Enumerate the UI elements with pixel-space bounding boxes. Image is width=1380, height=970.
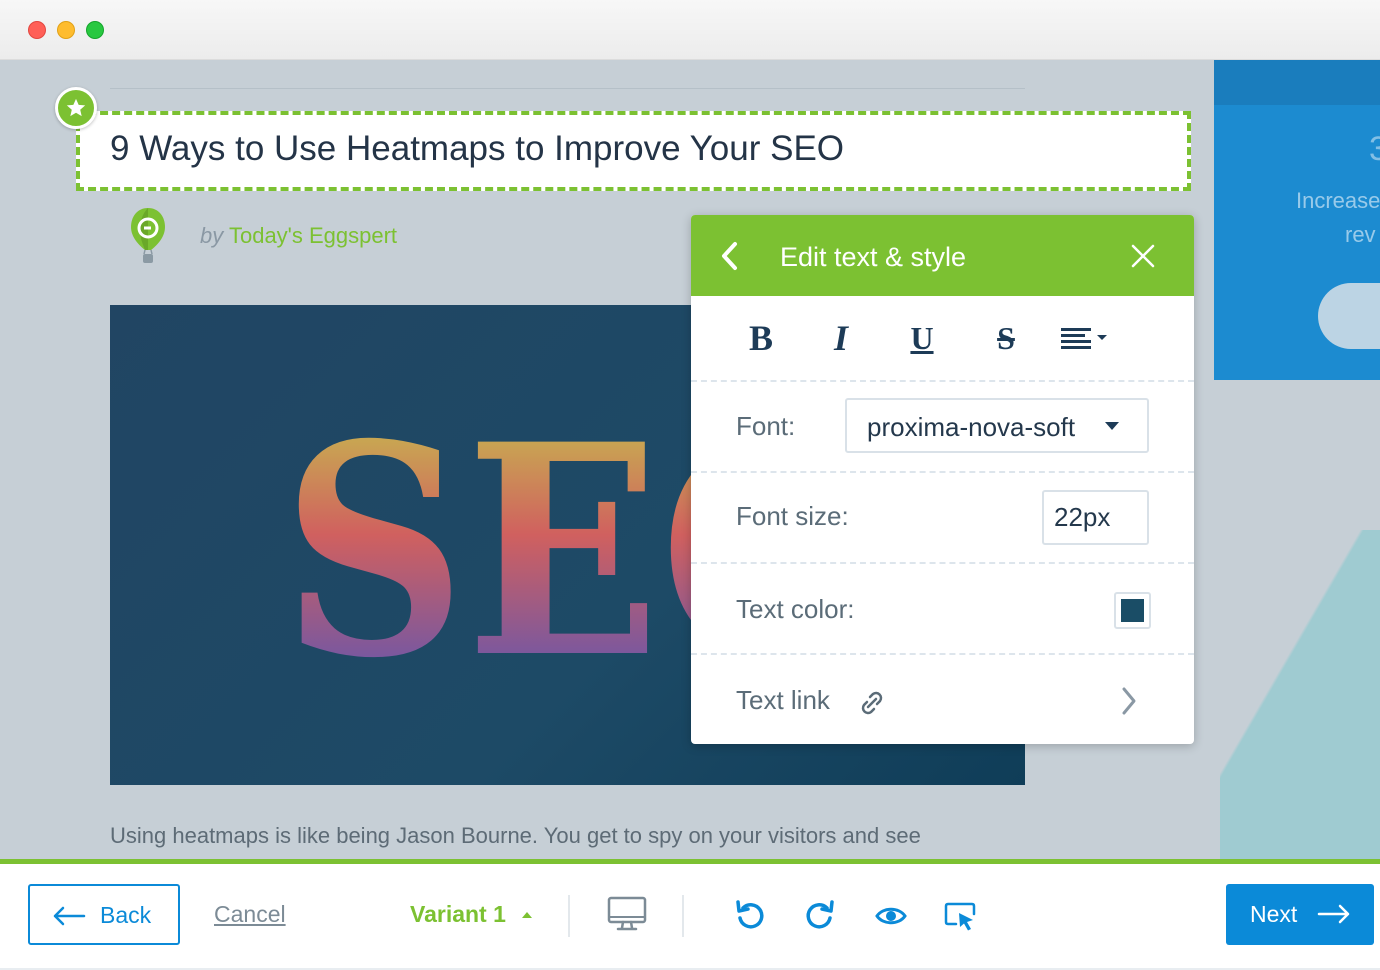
chevron-left-icon[interactable] (719, 241, 741, 271)
next-button-label: Next (1250, 901, 1298, 927)
window-minimize-button[interactable] (57, 21, 75, 39)
promo-number: 3 (1369, 130, 1380, 168)
article-body-text[interactable]: Using heatmaps is like being Jason Bourn… (110, 823, 921, 849)
color-swatch-fill (1121, 599, 1144, 622)
font-select[interactable]: proxima-nova-soft (845, 398, 1149, 453)
align-dropdown[interactable] (1056, 318, 1116, 358)
next-button[interactable]: Next (1226, 884, 1374, 945)
font-row: Font: proxima-nova-soft (691, 380, 1194, 471)
font-size-row: Font size: (691, 471, 1194, 562)
font-size-label: Font size: (736, 501, 849, 531)
font-select-value: proxima-nova-soft (867, 412, 1076, 442)
back-button[interactable]: Back (28, 884, 180, 945)
text-link-row[interactable]: Text link (691, 653, 1194, 744)
byline-prefix: by (200, 223, 224, 248)
bold-button[interactable]: B (741, 318, 781, 358)
star-icon (66, 98, 86, 117)
divider (110, 88, 1025, 89)
desktop-icon[interactable] (607, 896, 647, 932)
primary-goal-badge (55, 87, 97, 129)
redo-icon[interactable] (805, 898, 835, 932)
window-maximize-button[interactable] (86, 21, 104, 39)
editor-toolbar: Back Cancel Variant 1 Next (0, 864, 1380, 970)
author-link[interactable]: Today's Eggspert (229, 223, 397, 248)
cursor-select-icon[interactable] (944, 902, 978, 932)
toolbar-separator (568, 895, 570, 937)
italic-button[interactable]: I (821, 318, 861, 358)
cancel-link[interactable]: Cancel (214, 901, 286, 928)
decorative-wedge (1220, 530, 1380, 860)
font-label: Font: (736, 411, 796, 441)
edit-text-style-panel: Edit text & style B I U S Font: proxima-… (691, 215, 1194, 744)
arrow-left-icon (53, 906, 86, 926)
promo-line-1: Increase (1296, 188, 1380, 213)
format-toolbar: B I U S (691, 296, 1194, 380)
arrow-right-icon (1317, 904, 1350, 924)
close-icon[interactable] (1131, 244, 1155, 268)
back-button-label: Back (100, 902, 152, 928)
link-icon (861, 691, 883, 715)
strikethrough-button[interactable]: S (986, 318, 1026, 358)
promo-line-2: rev (1345, 222, 1376, 247)
page-headline[interactable]: 9 Ways to Use Heatmaps to Improve Your S… (110, 129, 844, 169)
selected-headline-element[interactable]: 9 Ways to Use Heatmaps to Improve Your S… (76, 111, 1191, 191)
byline: by Today's Eggspert (200, 223, 397, 249)
text-color-label: Text color: (736, 594, 855, 624)
chevron-up-icon[interactable] (522, 912, 532, 918)
chevron-right-icon (1122, 687, 1136, 715)
text-color-swatch[interactable] (1114, 592, 1151, 629)
font-size-input[interactable] (1042, 490, 1149, 545)
eye-icon[interactable] (875, 905, 907, 927)
window-close-button[interactable] (28, 21, 46, 39)
underline-button[interactable]: U (902, 318, 942, 358)
promo-button[interactable] (1318, 283, 1380, 349)
panel-header: Edit text & style (691, 215, 1194, 296)
toolbar-separator (682, 895, 684, 937)
promo-panel: 3 Increase rev (1214, 60, 1380, 380)
text-color-row: Text color: (691, 562, 1194, 653)
promo-band (1214, 60, 1380, 105)
window-titlebar (0, 0, 1380, 60)
text-link-label: Text link (736, 685, 830, 715)
balloon-logo-icon (131, 208, 165, 263)
variant-selector[interactable]: Variant 1 (410, 901, 506, 928)
undo-icon[interactable] (735, 898, 765, 932)
panel-title: Edit text & style (780, 242, 967, 272)
chevron-down-icon (1105, 422, 1119, 430)
align-left-icon (1061, 328, 1107, 349)
